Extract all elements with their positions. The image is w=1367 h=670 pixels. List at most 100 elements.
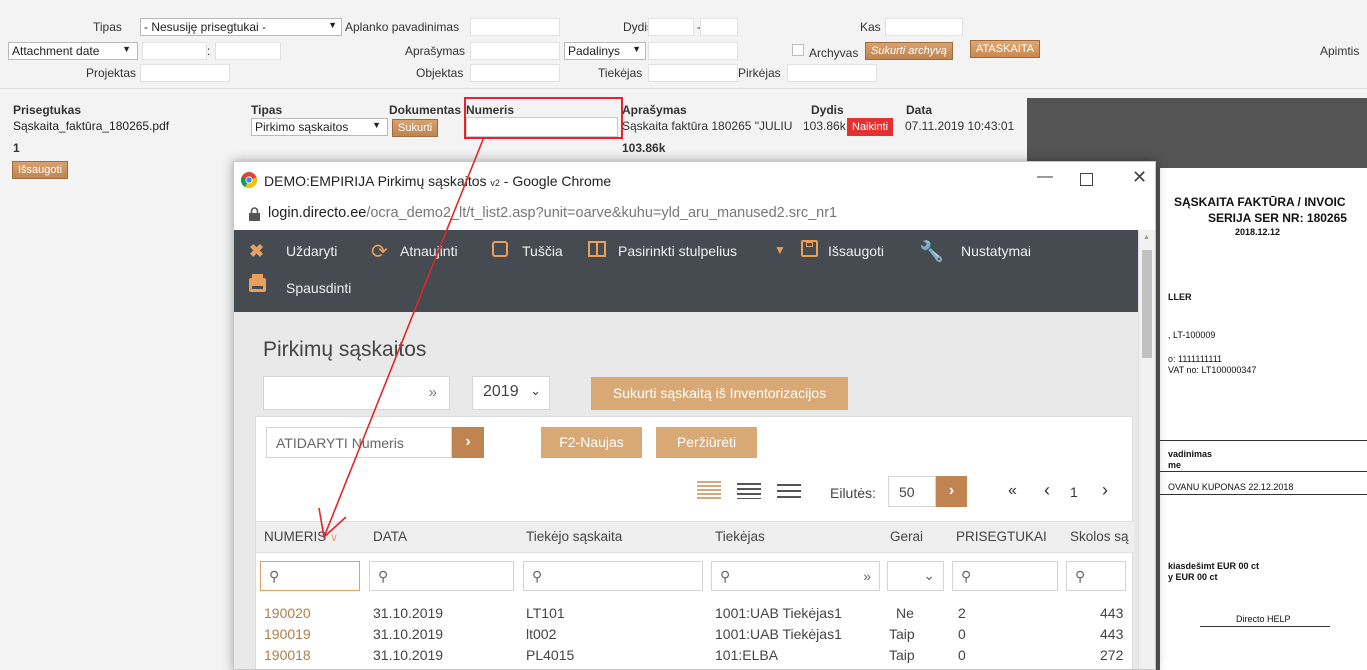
col-ok-header[interactable]: Gerai: [890, 529, 923, 544]
chevron-down-icon: ▼: [632, 44, 641, 54]
projektas-input[interactable]: [140, 64, 230, 82]
row-date: 31.10.2019: [373, 647, 444, 663]
row-number-link[interactable]: 190020: [264, 605, 311, 621]
density-normal-icon[interactable]: [737, 483, 761, 499]
aplanko-input[interactable]: [470, 18, 560, 36]
year-value: 2019: [483, 383, 519, 400]
view-button[interactable]: Peržiūrėti: [656, 427, 757, 458]
date-type-select[interactable]: Attachment date ▼: [8, 42, 138, 60]
density-wide-icon[interactable]: [777, 484, 801, 498]
kas-input[interactable]: [885, 18, 963, 36]
save-attachments-button[interactable]: Išsaugoti: [12, 161, 69, 179]
window-title: DEMO:EMPIRIJA Pirkimų sąskaitos v2 - Goo…: [264, 173, 611, 189]
filter-numeris-input[interactable]: ⚲: [260, 561, 360, 591]
report-button[interactable]: ATASKAITA: [970, 40, 1041, 58]
col-attachments-header[interactable]: PRISEGTUKAI: [956, 529, 1047, 544]
filter-debt-input[interactable]: ⚲: [1066, 561, 1126, 591]
density-compact-icon[interactable]: [697, 481, 721, 501]
kas-label: Kas: [860, 20, 881, 34]
divider: [0, 88, 1367, 89]
scrollbar-thumb[interactable]: [1142, 250, 1152, 358]
preview-no: o: 1111111111: [1168, 354, 1223, 364]
close-window-icon[interactable]: ✕: [1132, 167, 1147, 188]
rows-label: Eilutės:: [830, 485, 876, 501]
dydis-to-input[interactable]: [700, 18, 738, 36]
empty-button[interactable]: Tuščia: [522, 243, 563, 259]
main-content: Pirkimų sąskaitos » 2019 ⌄ Sukurti sąska…: [234, 312, 1138, 669]
refresh-button[interactable]: Atnaujinti: [400, 243, 458, 259]
delete-button[interactable]: Naikinti: [847, 118, 894, 136]
objektas-input[interactable]: [470, 64, 560, 82]
col-aprasymas: Aprašymas: [622, 103, 687, 117]
col-supplier-header[interactable]: Tiekėjas: [715, 529, 765, 544]
col-prisegtukas: Prisegtukas: [13, 103, 82, 117]
pirkejas-input[interactable]: [787, 64, 877, 82]
date-to-input[interactable]: [215, 42, 281, 60]
filter-ok-select[interactable]: ⌄: [887, 561, 944, 591]
row-number-link[interactable]: 190018: [264, 647, 311, 663]
padalinys-value: Padalinys: [568, 44, 621, 58]
pirkejas-label: Pirkėjas: [738, 66, 781, 80]
address-bar[interactable]: login.directo.ee/ocra_demo2_lt/t_list2.a…: [234, 200, 1155, 230]
double-arrow-icon[interactable]: »: [863, 568, 871, 584]
archyvas-checkbox[interactable]: [792, 44, 804, 56]
new-button[interactable]: F2-Naujas: [541, 427, 642, 458]
window-title-text: DEMO:EMPIRIJA Pirkimų sąskaitos: [264, 173, 487, 189]
col-numeris-header[interactable]: NUMERIS ∨: [264, 529, 338, 544]
attachment-total: 103.86k: [622, 141, 666, 155]
scroll-up-icon[interactable]: ▲: [1143, 234, 1150, 241]
aprasymas-input[interactable]: [470, 42, 560, 60]
tipas-select[interactable]: - Nesusiję prisegtukai - ▼: [140, 18, 342, 36]
app-toolbar: ✖ Uždaryti ⟳ Atnaujinti Tuščia Pasirinkt…: [234, 230, 1153, 312]
attachment-file[interactable]: Sąskaita_faktūra_180265.pdf: [13, 119, 169, 133]
open-go-button[interactable]: ›: [452, 427, 484, 458]
period-input[interactable]: »: [263, 376, 450, 410]
date-from-input[interactable]: [142, 42, 207, 60]
padalinys-select[interactable]: Padalinys ▼: [564, 42, 646, 60]
search-icon: ⚲: [378, 568, 389, 584]
rows-input[interactable]: 50: [888, 476, 936, 507]
open-number-input[interactable]: ATIDARYTI Numeris: [266, 427, 452, 458]
minimize-icon[interactable]: —: [1032, 168, 1058, 192]
dydis-from-input[interactable]: [648, 18, 694, 36]
col-debt-header[interactable]: Skolos są: [1070, 529, 1129, 544]
period-arrow-icon[interactable]: »: [429, 384, 437, 401]
year-select[interactable]: 2019 ⌄: [472, 376, 550, 410]
create-from-inventory-button[interactable]: Sukurti sąskaitą iš Inventorizacijos: [591, 377, 848, 410]
col-supplier-invoice-header[interactable]: Tiekėjo sąskaita: [526, 529, 622, 544]
tiekejas-input[interactable]: [648, 64, 738, 82]
filter-data-input[interactable]: ⚲: [369, 561, 514, 591]
attachment-type-select[interactable]: Pirkimo sąskaitos ▼: [251, 118, 388, 136]
prev-page-icon[interactable]: ‹: [1044, 480, 1050, 501]
print-button[interactable]: Spausdinti: [286, 280, 351, 296]
table-row[interactable]: 190018 31.10.2019 PL4015 101:ELBA Taip 0…: [256, 643, 1134, 667]
filter-attachments-input[interactable]: ⚲: [952, 561, 1058, 591]
padalinys-input[interactable]: [648, 42, 738, 60]
caret-down-icon[interactable]: ▼: [774, 243, 786, 257]
preview-help: Directo HELP: [1236, 614, 1291, 624]
preview-line: [1160, 471, 1367, 472]
create-archive-button[interactable]: Sukurti archyvą: [865, 42, 953, 60]
chevron-down-icon: ⌄: [530, 383, 541, 398]
col-numeris-label: NUMERIS: [264, 529, 327, 544]
attachment-count: 1: [13, 141, 20, 155]
chevron-down-icon: ▼: [372, 120, 381, 130]
row-number-link[interactable]: 190019: [264, 626, 311, 642]
window-scrollbar[interactable]: ▲: [1138, 230, 1155, 669]
preview-title: SĄSKAITA FAKTŪRA / INVOIC: [1174, 195, 1346, 209]
chevron-down-icon: ⌄: [923, 567, 935, 583]
settings-button[interactable]: Nustatymai: [961, 243, 1031, 259]
filter-supplier-input[interactable]: ⚲»: [711, 561, 880, 591]
create-document-button[interactable]: Sukurti: [392, 119, 439, 137]
rows-go-button[interactable]: ›: [936, 476, 967, 507]
attachment-size: 103.86k: [803, 119, 846, 133]
filter-supplier-invoice-input[interactable]: ⚲: [523, 561, 703, 591]
col-data: Data: [906, 103, 933, 117]
save-button[interactable]: Išsaugoti: [828, 243, 884, 259]
col-data-header[interactable]: DATA: [373, 529, 407, 544]
first-page-icon[interactable]: «: [1008, 482, 1017, 500]
choose-columns-button[interactable]: Pasirinkti stulpelius: [618, 243, 737, 259]
close-button[interactable]: Uždaryti: [286, 243, 337, 259]
maximize-icon[interactable]: [1080, 173, 1093, 186]
next-page-icon[interactable]: ›: [1102, 480, 1108, 501]
